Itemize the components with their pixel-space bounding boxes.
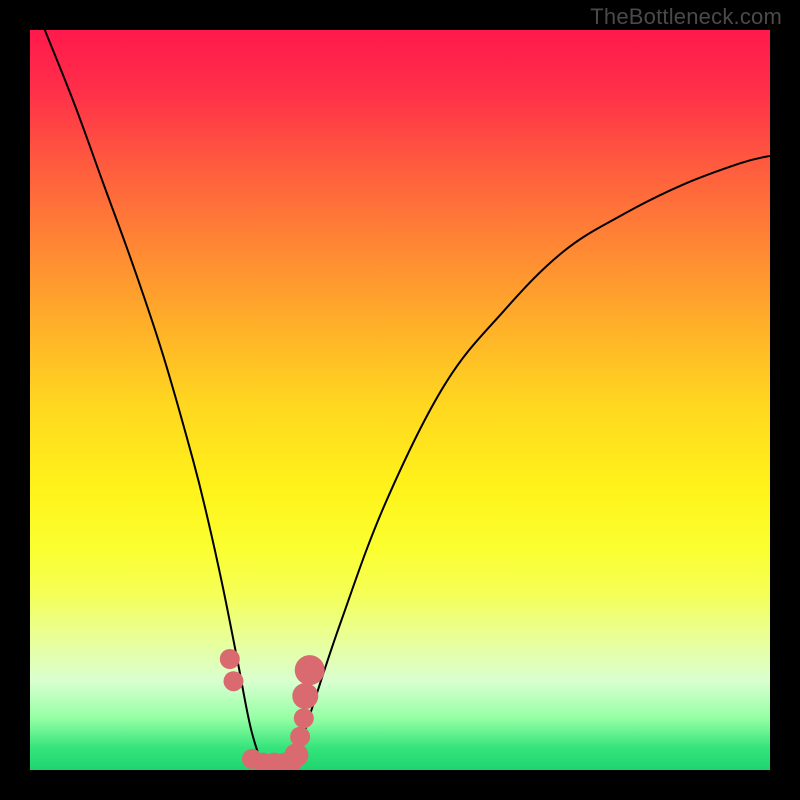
highlight-point: [284, 743, 308, 767]
highlight-point: [224, 671, 244, 691]
curve-layer: [30, 30, 770, 770]
highlight-point: [290, 727, 310, 747]
watermark-text: TheBottleneck.com: [590, 4, 782, 30]
highlight-point: [295, 655, 325, 685]
highlight-point: [294, 708, 314, 728]
highlight-point: [292, 683, 318, 709]
chart-frame: TheBottleneck.com: [0, 0, 800, 800]
highlight-point: [220, 649, 240, 669]
bottleneck-curve: [45, 30, 770, 770]
plot-area: [30, 30, 770, 770]
highlight-markers: [220, 649, 325, 770]
